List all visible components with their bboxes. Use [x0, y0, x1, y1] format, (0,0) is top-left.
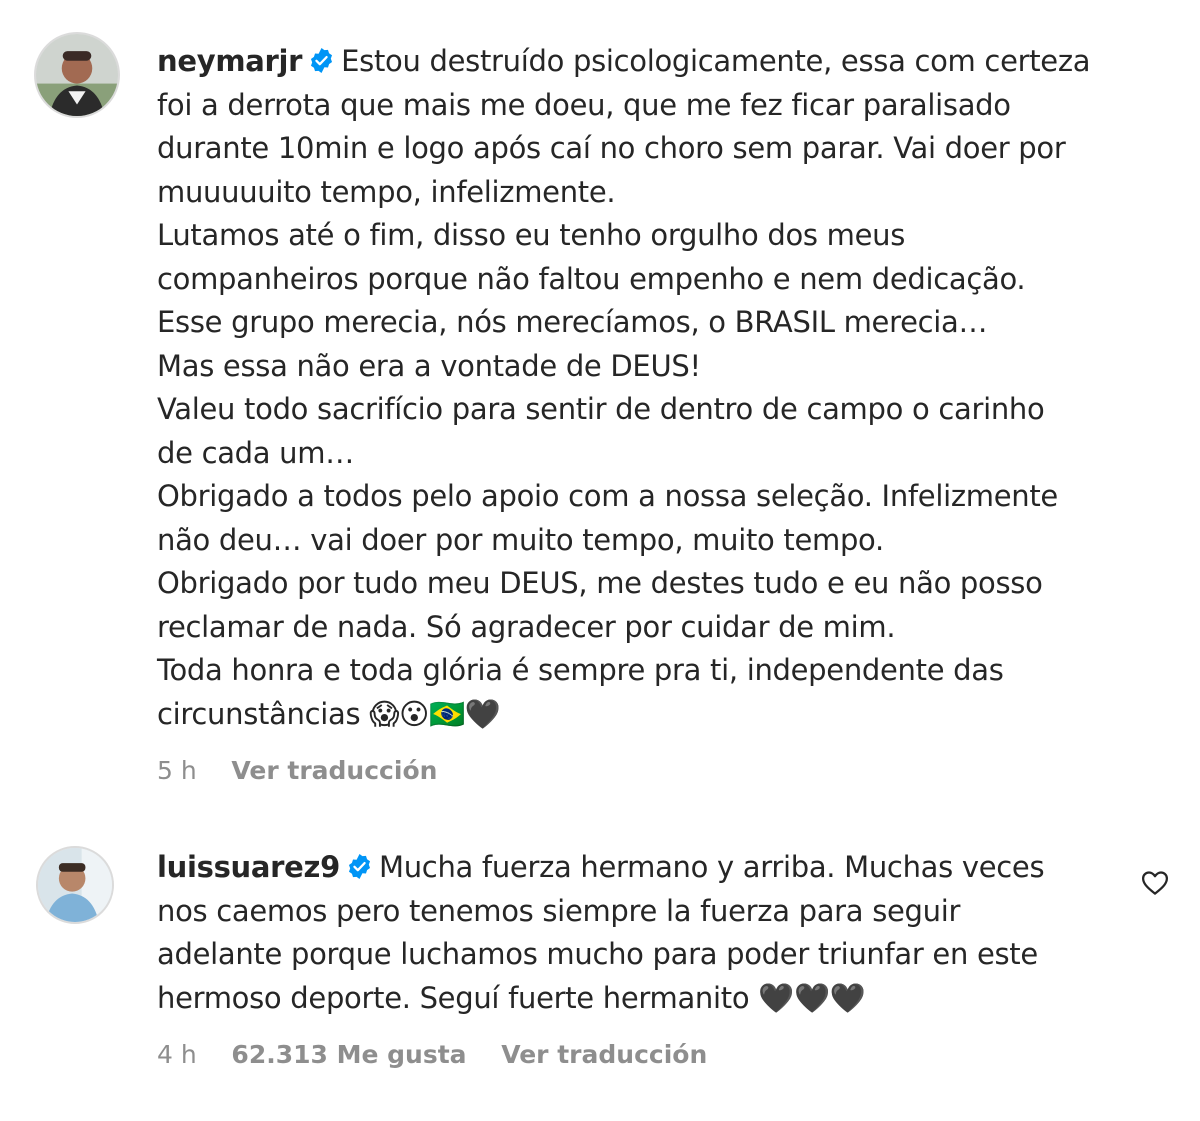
comment-text: reclamar de nada. Só agradecer por cuida… [157, 609, 896, 644]
comment-text: de cada um… [157, 435, 354, 470]
comment-text: Toda honra e toda glória é sempre pra ti… [157, 653, 1004, 687]
see-translation-button[interactable]: Ver traducción [231, 756, 437, 785]
like-heart-icon[interactable] [1140, 868, 1170, 898]
comment-text: Esse grupo merecia, nós merecíamos, o BR… [157, 305, 988, 339]
likes-count-button[interactable]: 62.313 Me gusta [231, 1040, 466, 1069]
comment-text: circunstâncias 😱😮🇧🇷🖤 [157, 696, 501, 731]
comment-text: Valeu todo sacrifício para sentir de den… [157, 392, 1045, 426]
comment-text: foi a derrota que mais me doeu, que me f… [157, 87, 1011, 122]
comment-text: Lutamos até o fim, disso eu tenho orgulh… [157, 218, 906, 252]
comment-text: Obrigado por tudo meu DEUS, me destes tu… [157, 566, 1043, 600]
comment-text: hermoso deporte. Seguí fuerte hermanito … [157, 980, 866, 1015]
comment-text: durante 10min e logo após caí no choro s… [157, 131, 1066, 165]
user-avatar-icon[interactable] [34, 32, 120, 118]
comment-text: Estou destruído psicologicamente, essa c… [341, 44, 1091, 78]
verified-badge-icon [308, 47, 335, 74]
comment-meta: 5 h Ver traducción [157, 756, 463, 785]
comment-line: neymarjr Estou destruído psicologicamente… [157, 40, 1137, 84]
comment-text: Mucha fuerza hermano y arriba. Muchas ve… [379, 850, 1045, 884]
comment-text: não deu… vai doer por muito tempo, muito… [157, 522, 884, 557]
comment-meta: 4 h 62.313 Me gusta Ver traducción [157, 1040, 733, 1069]
verified-badge-icon [346, 853, 373, 880]
comment-line: luissuarez9 Mucha fuerza hermano y arriba… [157, 846, 1137, 890]
avatar-luissuarez9-image [38, 848, 112, 922]
comment-body: neymarjr Estou destruído psicologicamente… [157, 40, 1137, 736]
comment-text: nos caemos pero tenemos siempre la fuerz… [157, 893, 961, 928]
avatar-neymarjr-image [36, 34, 118, 116]
comment-text: Obrigado a todos pelo apoio com a nossa … [157, 479, 1058, 513]
see-translation-button[interactable]: Ver traducción [501, 1040, 707, 1069]
comment-text: Mas essa não era a vontade de DEUS! [157, 348, 701, 383]
comment-text: adelante porque luchamos mucho para pode… [157, 937, 1038, 971]
comment-text: companheiros porque não faltou empenho e… [157, 261, 1026, 296]
comment-timestamp[interactable]: 5 h [157, 756, 197, 785]
username-link[interactable]: neymarjr [157, 44, 302, 78]
user-avatar-icon[interactable] [36, 846, 114, 924]
comment-text: muuuuuito tempo, infelizmente. [157, 174, 616, 209]
comment-timestamp[interactable]: 4 h [157, 1040, 197, 1069]
comment-body: luissuarez9 Mucha fuerza hermano y arriba… [157, 846, 1137, 1020]
username-link[interactable]: luissuarez9 [157, 850, 340, 884]
